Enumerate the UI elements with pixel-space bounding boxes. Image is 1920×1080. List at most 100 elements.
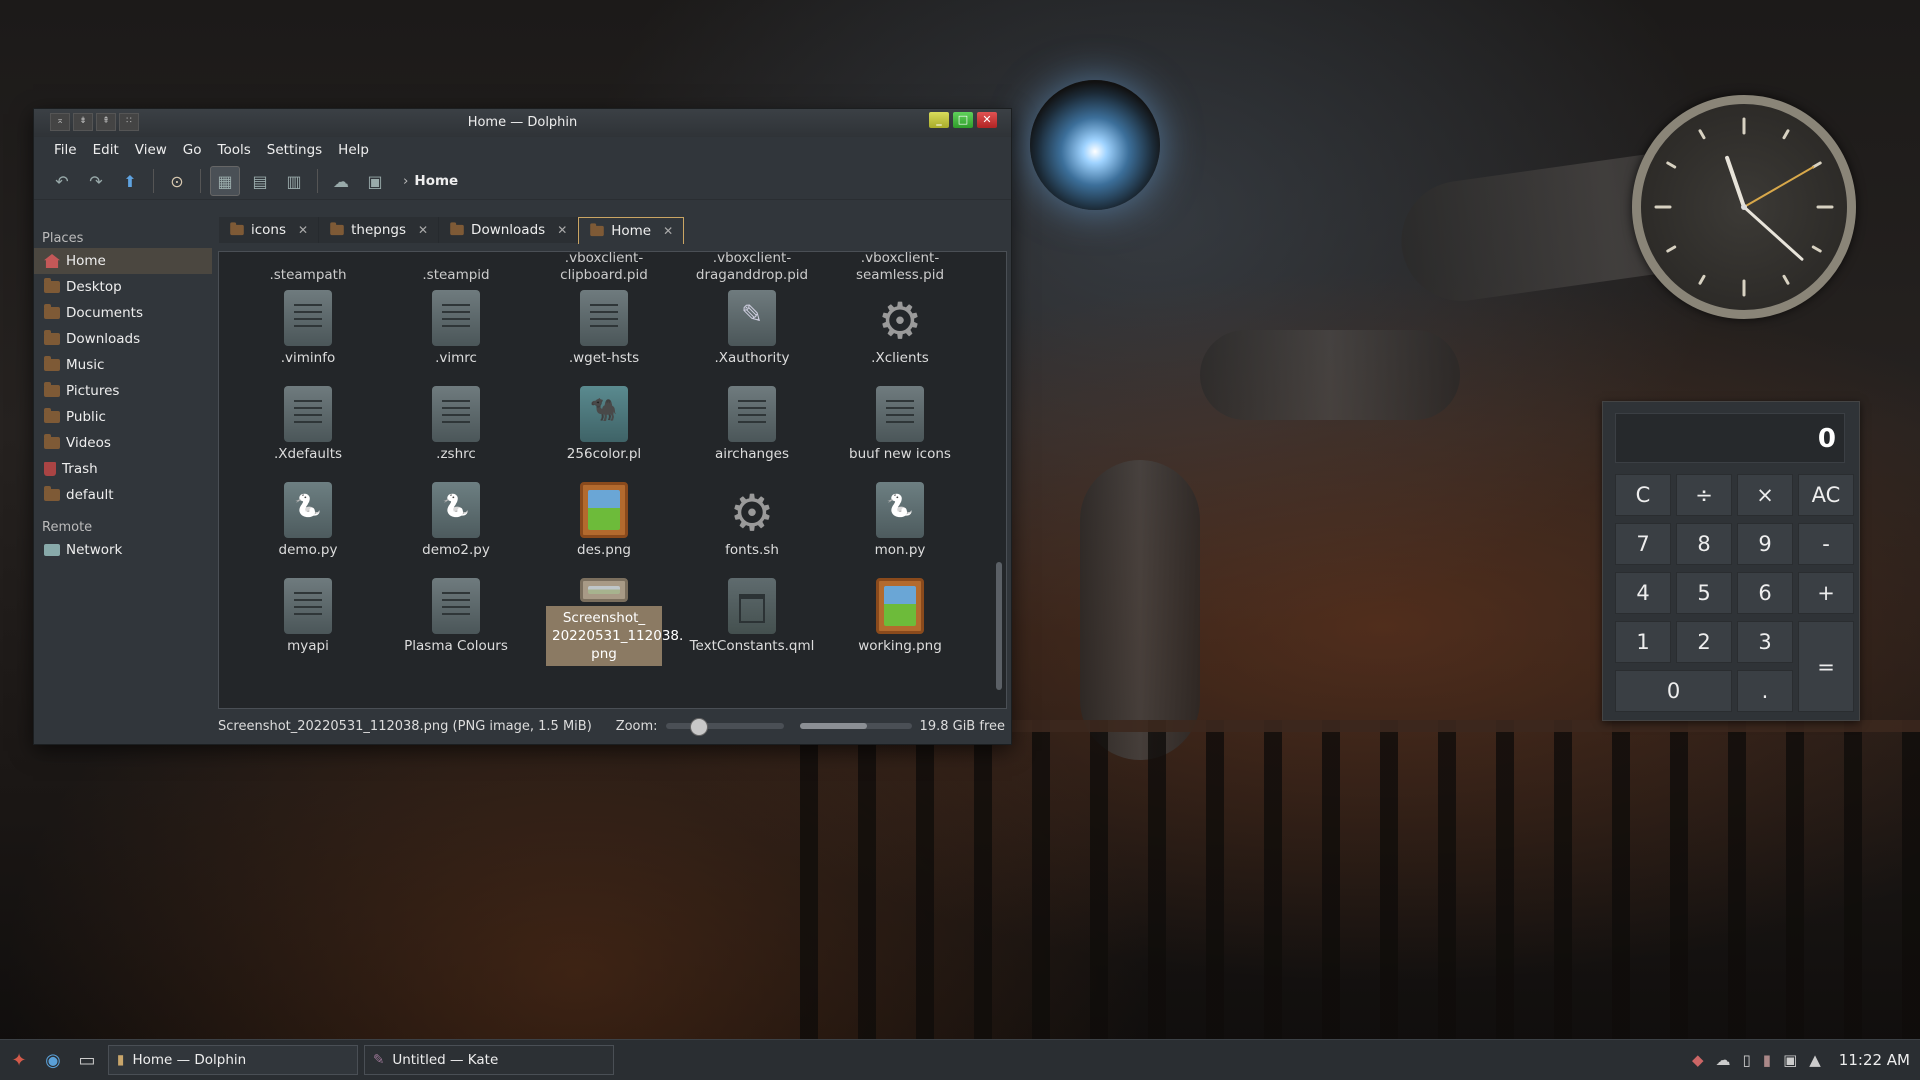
vertical-scrollbar[interactable]: [995, 256, 1003, 704]
compact-view-icon[interactable]: ▤: [246, 167, 274, 195]
updates-icon[interactable]: ◆: [1692, 1051, 1704, 1069]
expand-tray-icon[interactable]: ▲: [1809, 1051, 1821, 1069]
file-item[interactable]: airchanges: [678, 386, 826, 474]
application-launcher-icon[interactable]: ✦: [4, 1045, 34, 1075]
forward-icon[interactable]: ↷: [82, 167, 110, 195]
calc-key[interactable]: AC: [1798, 474, 1854, 516]
file-item[interactable]: buuf new icons: [826, 386, 974, 474]
sidebar-item-trash[interactable]: Trash: [34, 456, 212, 482]
file-item[interactable]: fonts.sh: [678, 482, 826, 570]
zoom-slider[interactable]: [665, 718, 784, 736]
close-tab-icon[interactable]: ✕: [298, 223, 308, 237]
file-view[interactable]: .steampath .steampid .vboxclient- clipboar…: [218, 251, 1007, 709]
calc-key[interactable]: ÷: [1676, 474, 1732, 516]
title-bar[interactable]: ⌅ ⇟ ⇞ ∷ Home — Dolphin _ □ ✕: [34, 109, 1011, 137]
file-item[interactable]: .wget-hsts: [530, 290, 678, 378]
split-view-icon[interactable]: ☁: [327, 167, 355, 195]
file-item[interactable]: demo.py: [234, 482, 382, 570]
sidebar-item-desktop[interactable]: Desktop: [34, 274, 212, 300]
calc-key[interactable]: 5: [1676, 572, 1732, 614]
terminal-icon[interactable]: ▭: [72, 1045, 102, 1075]
file-name: Plasma Colours: [404, 638, 508, 654]
preview-icon[interactable]: ▣: [361, 167, 389, 195]
close-tab-icon[interactable]: ✕: [418, 223, 428, 237]
tab-icons[interactable]: icons ✕: [219, 217, 320, 243]
file-item[interactable]: .Xdefaults: [234, 386, 382, 474]
calc-key[interactable]: 1: [1615, 621, 1671, 663]
zoom-slider-knob[interactable]: [689, 718, 708, 736]
menu-help[interactable]: Help: [330, 142, 377, 158]
clipboard-icon[interactable]: ▯: [1743, 1051, 1751, 1069]
menu-edit[interactable]: Edit: [85, 142, 127, 158]
partial-file-label: .vboxclient- clipboard.pid: [560, 251, 648, 283]
file-item[interactable]: .Xauthority: [678, 290, 826, 378]
calc-key[interactable]: +: [1798, 572, 1854, 614]
file-item[interactable]: mon.py: [826, 482, 974, 570]
close-tab-icon[interactable]: ✕: [663, 224, 673, 238]
calc-key[interactable]: 2: [1676, 621, 1732, 663]
icons-view-icon[interactable]: ▦: [210, 166, 240, 196]
menu-tools[interactable]: Tools: [210, 142, 259, 158]
scrollbar-thumb[interactable]: [996, 562, 1002, 690]
file-item[interactable]: .zshrc: [382, 386, 530, 474]
calc-key[interactable]: 0: [1615, 670, 1732, 712]
sidebar-item-documents[interactable]: Documents: [34, 300, 212, 326]
minimize-button[interactable]: _: [929, 112, 949, 128]
task-kate[interactable]: ✎ Untitled — Kate: [364, 1045, 614, 1075]
tab-thepngs[interactable]: thepngs ✕: [319, 217, 440, 243]
breadcrumb[interactable]: › Home: [403, 173, 458, 189]
sidebar-item-pictures[interactable]: Pictures: [34, 378, 212, 404]
calc-key[interactable]: C: [1615, 474, 1671, 516]
menu-file[interactable]: File: [46, 142, 85, 158]
sidebar-item-public[interactable]: Public: [34, 404, 212, 430]
sidebar-item-network[interactable]: Network: [34, 537, 212, 563]
tab-downloads[interactable]: Downloads ✕: [439, 217, 579, 243]
file-item[interactable]: des.png: [530, 482, 678, 570]
sidebar-item-downloads[interactable]: Downloads: [34, 326, 212, 352]
back-icon[interactable]: ↶: [48, 167, 76, 195]
breadcrumb-home[interactable]: Home: [414, 173, 458, 189]
file-item[interactable]: 256color.pl: [530, 386, 678, 474]
file-item[interactable]: demo2.py: [382, 482, 530, 570]
file-item[interactable]: Plasma Colours: [382, 578, 530, 666]
taskbar-clock[interactable]: 11:22 AM: [1839, 1051, 1910, 1069]
file-item[interactable]: .viminfo: [234, 290, 382, 378]
close-button[interactable]: ✕: [977, 112, 997, 128]
task-dolphin[interactable]: ▮ Home — Dolphin: [108, 1045, 358, 1075]
menu-settings[interactable]: Settings: [259, 142, 330, 158]
calc-key[interactable]: 9: [1737, 523, 1793, 565]
sidebar-item-music[interactable]: Music: [34, 352, 212, 378]
file-name: des.png: [577, 542, 631, 558]
maximize-button[interactable]: □: [953, 112, 973, 128]
close-tab-icon[interactable]: ✕: [557, 223, 567, 237]
home-icon[interactable]: ⊙: [163, 167, 191, 195]
file-item[interactable]: working.png: [826, 578, 974, 666]
battery-icon[interactable]: ▮: [1763, 1051, 1771, 1069]
sidebar-item-home[interactable]: Home: [34, 248, 212, 274]
file-item[interactable]: .Xclients: [826, 290, 974, 378]
menu-go[interactable]: Go: [175, 142, 210, 158]
details-view-icon[interactable]: ▥: [280, 167, 308, 195]
tab-home[interactable]: Home ✕: [578, 217, 685, 244]
calc-key[interactable]: 4: [1615, 572, 1671, 614]
calc-key[interactable]: 7: [1615, 523, 1671, 565]
weather-icon[interactable]: ☁: [1716, 1051, 1731, 1069]
analog-clock-widget[interactable]: [1632, 95, 1856, 319]
menu-view[interactable]: View: [127, 142, 175, 158]
up-icon[interactable]: ⬆: [116, 167, 144, 195]
calc-key[interactable]: 3: [1737, 621, 1793, 663]
sidebar-item-videos[interactable]: Videos: [34, 430, 212, 456]
calc-key[interactable]: -: [1798, 523, 1854, 565]
calc-key[interactable]: 8: [1676, 523, 1732, 565]
network-icon[interactable]: ▣: [1783, 1051, 1797, 1069]
calc-key[interactable]: ×: [1737, 474, 1793, 516]
file-item[interactable]: .vimrc: [382, 290, 530, 378]
calc-key[interactable]: .: [1737, 670, 1793, 712]
file-item[interactable]: Screenshot_ 20220531_112038. png: [530, 578, 683, 666]
calc-key[interactable]: 6: [1737, 572, 1793, 614]
file-item[interactable]: TextConstants.qml: [678, 578, 826, 666]
file-item[interactable]: myapi: [234, 578, 382, 666]
web-browser-icon[interactable]: ◉: [38, 1045, 68, 1075]
sidebar-item-default[interactable]: default: [34, 482, 212, 508]
calc-key[interactable]: =: [1798, 621, 1854, 712]
